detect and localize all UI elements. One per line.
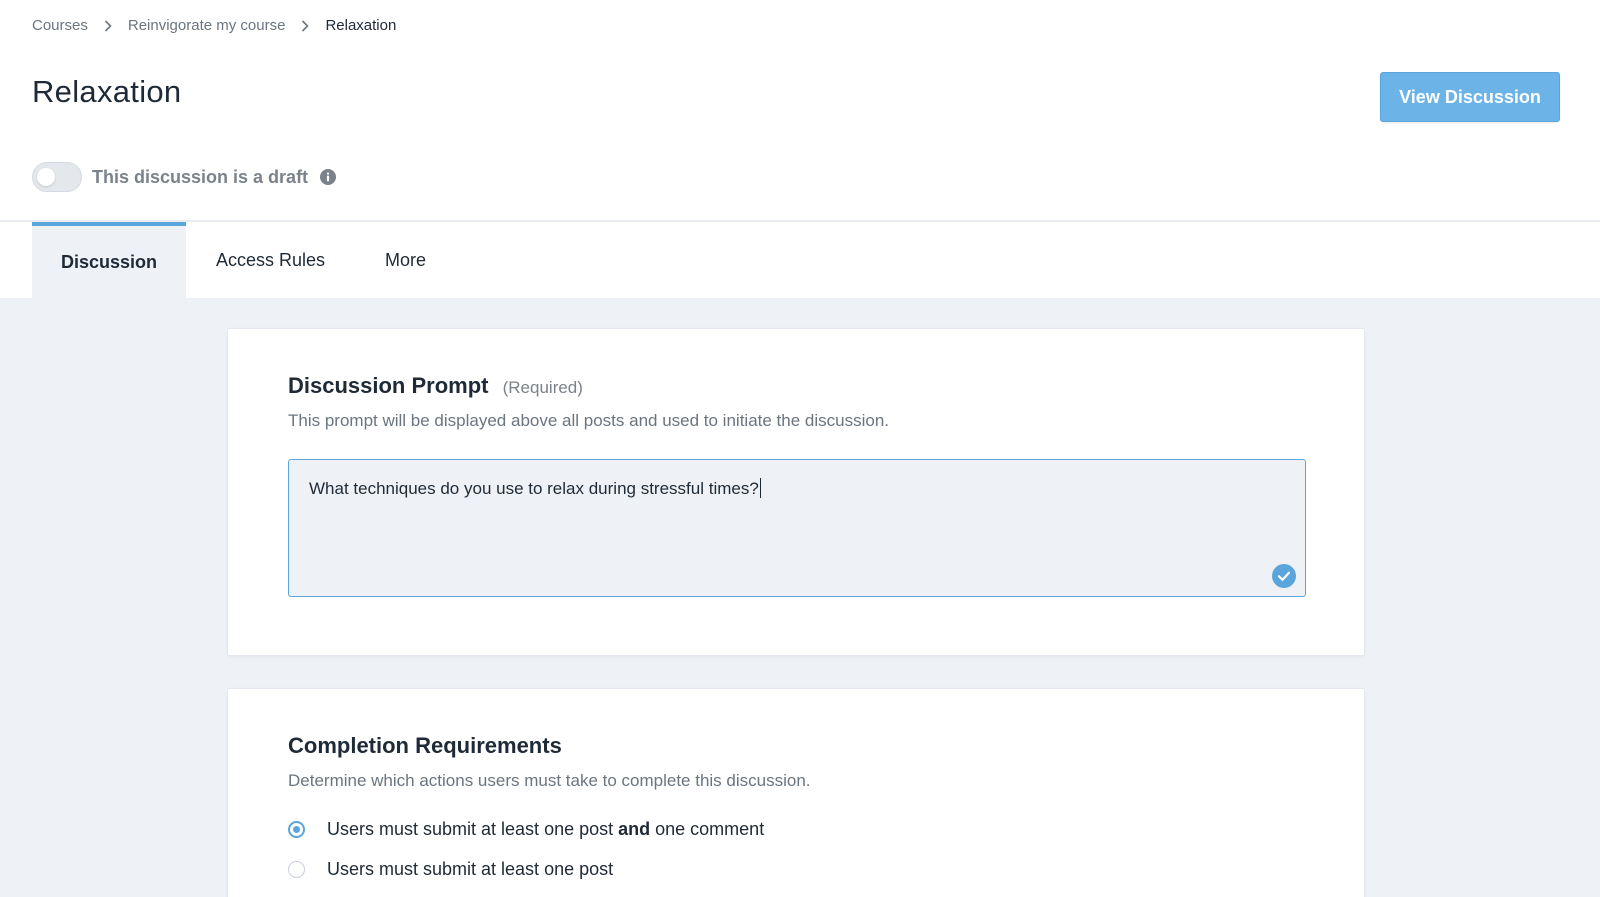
- discussion-prompt-input[interactable]: What techniques do you use to relax duri…: [288, 459, 1306, 597]
- discussion-prompt-card: Discussion Prompt (Required) This prompt…: [227, 328, 1365, 656]
- tab-discussion[interactable]: Discussion: [32, 222, 186, 298]
- completion-option-post-and-comment[interactable]: Users must submit at least one post and …: [288, 819, 764, 840]
- prompt-title: Discussion Prompt (Required): [288, 373, 583, 399]
- draft-toggle[interactable]: [32, 162, 82, 192]
- draft-label: This discussion is a draft: [92, 166, 309, 187]
- prompt-text: What techniques do you use to relax duri…: [309, 478, 761, 499]
- completion-requirements-card: Completion Requirements Determine which …: [227, 688, 1365, 897]
- chevron-right-icon: [104, 19, 112, 32]
- check-circle-icon: [1272, 564, 1296, 588]
- completion-title: Completion Requirements: [288, 733, 562, 758]
- text-caret: [759, 478, 761, 498]
- toggle-knob: [37, 168, 55, 186]
- content-area: Discussion Prompt (Required) This prompt…: [0, 298, 1600, 897]
- draft-row: This discussion is a draft: [32, 162, 337, 192]
- prompt-value: What techniques do you use to relax duri…: [309, 479, 759, 498]
- page-header: Courses Reinvigorate my course Relaxatio…: [0, 0, 1600, 298]
- info-icon[interactable]: [320, 169, 337, 185]
- breadcrumb-course[interactable]: Reinvigorate my course: [128, 17, 286, 34]
- completion-option-post-only[interactable]: Users must submit at least one post: [288, 859, 613, 880]
- required-label: (Required): [502, 378, 583, 397]
- tab-access-rules[interactable]: Access Rules: [186, 222, 355, 298]
- tab-more[interactable]: More: [355, 222, 456, 298]
- radio-label: Users must submit at least one post and …: [327, 819, 765, 839]
- completion-description: Determine which actions users must take …: [288, 771, 811, 790]
- radio-label: Users must submit at least one post: [327, 859, 614, 879]
- breadcrumb-current: Relaxation: [325, 17, 397, 34]
- radio-unselected[interactable]: [288, 861, 305, 878]
- prompt-title-text: Discussion Prompt: [288, 373, 489, 398]
- view-discussion-button[interactable]: View Discussion: [1380, 72, 1560, 122]
- chevron-right-icon: [301, 19, 310, 32]
- tab-bar: Discussion Access Rules More: [32, 222, 456, 298]
- page-title: Relaxation: [32, 74, 182, 109]
- radio-selected[interactable]: [288, 821, 305, 838]
- breadcrumb-courses[interactable]: Courses: [32, 17, 88, 34]
- breadcrumb: Courses Reinvigorate my course Relaxatio…: [32, 17, 396, 34]
- prompt-description: This prompt will be displayed above all …: [288, 411, 890, 430]
